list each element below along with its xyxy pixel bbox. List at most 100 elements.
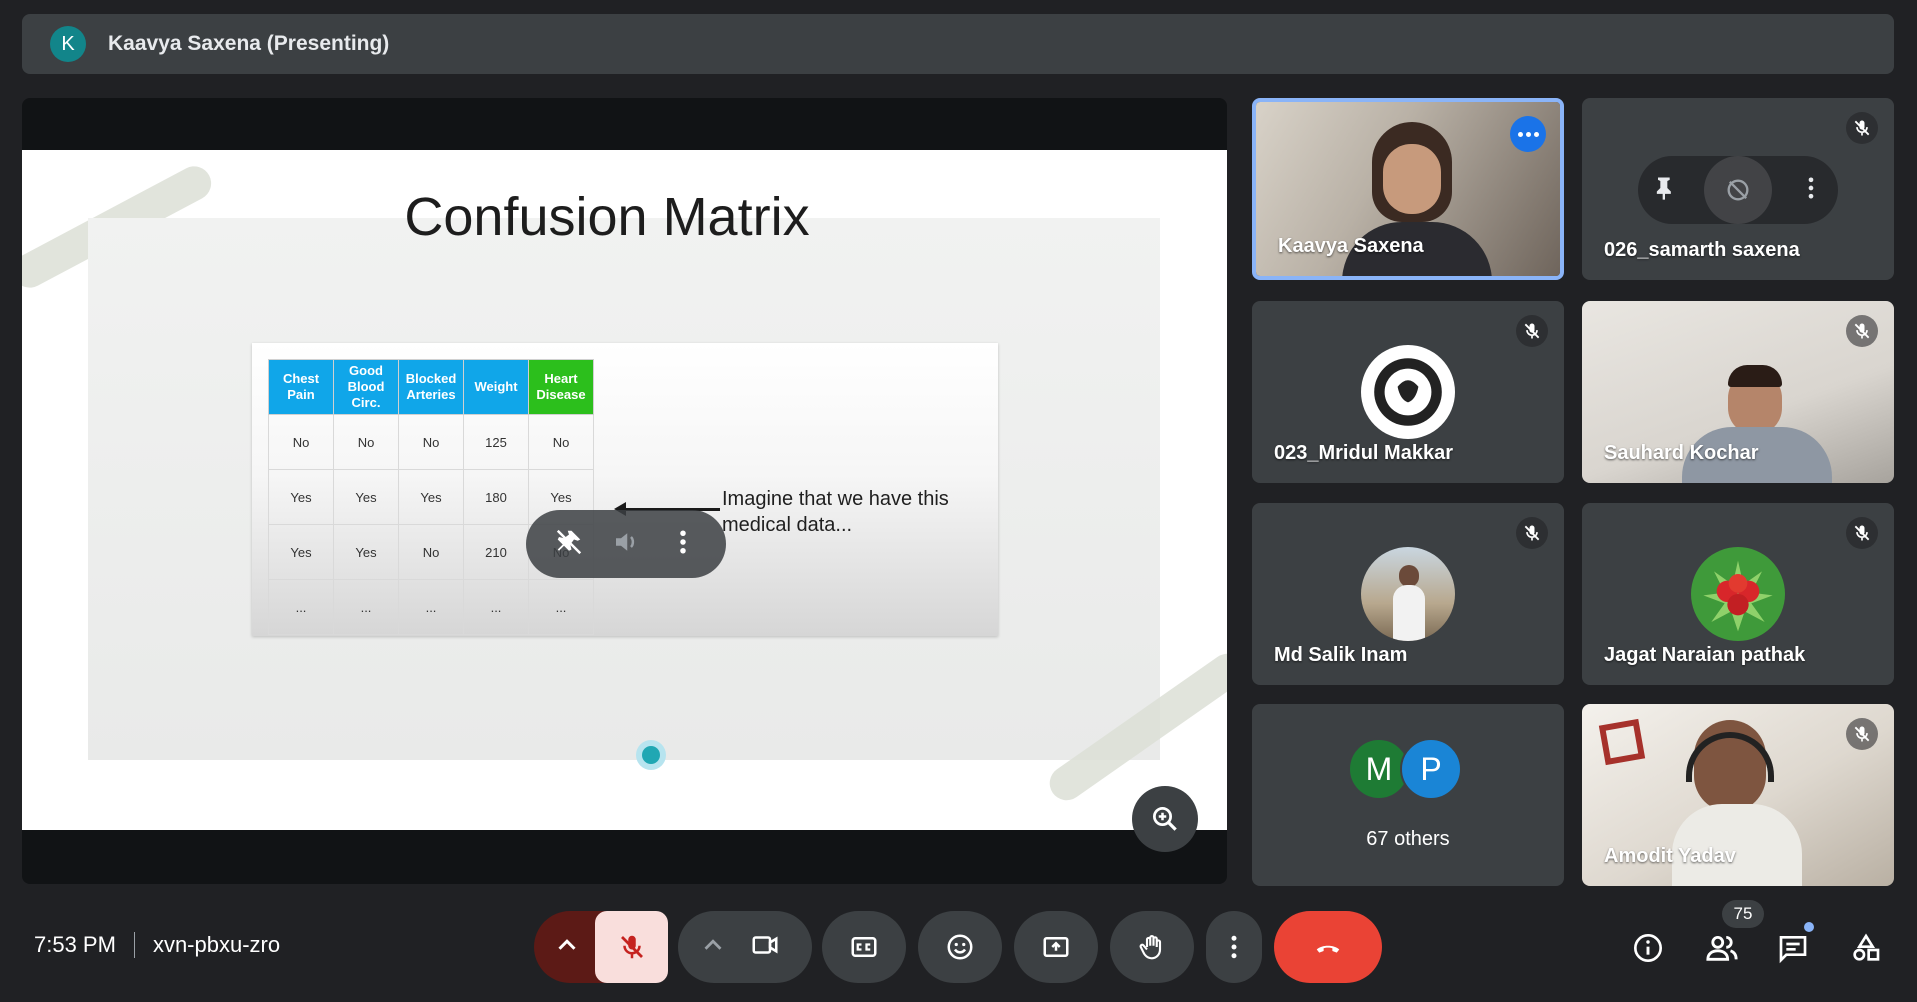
divider	[133, 932, 135, 958]
camera-toggle-button[interactable]	[750, 930, 780, 965]
table-cell: Yes	[398, 469, 464, 525]
participant-name: Jagat Naraian pathak	[1604, 644, 1806, 666]
bottom-control-bar: 7:53 PM xvn-pbxu-zro 75	[0, 900, 1917, 1002]
table-cell: 125	[463, 414, 529, 470]
chat-icon	[1779, 936, 1807, 964]
unpin-icon[interactable]	[554, 527, 584, 562]
participant-name: Sauhard Kochar	[1604, 442, 1759, 464]
people-icon	[1706, 935, 1738, 961]
table-cell: No	[333, 414, 399, 470]
table-header-cell: Good Blood Circ.	[333, 359, 399, 415]
meeting-details-button[interactable]	[1628, 928, 1668, 968]
participant-name: 026_samarth saxena	[1604, 239, 1800, 261]
table-header-cell: Blocked Arteries	[398, 359, 464, 415]
pointer-cursor-icon	[636, 740, 666, 770]
table-cell: 210	[463, 524, 529, 580]
tile-hover-controls	[1638, 156, 1838, 224]
avatar: P	[1400, 738, 1462, 800]
table-header-cell: Chest Pain	[268, 359, 334, 415]
reactions-button[interactable]	[918, 911, 1002, 983]
mic-off-icon	[1516, 517, 1548, 549]
participant-tile[interactable]: Md Salik Inam	[1252, 503, 1564, 685]
slide-title: Confusion Matrix	[404, 187, 810, 247]
table-cell: Yes	[333, 524, 399, 580]
participant-tile[interactable]: Sauhard Kochar	[1582, 301, 1894, 483]
chat-button[interactable]	[1772, 922, 1814, 968]
table-row: No No No 125 No	[268, 414, 594, 470]
participant-name: Amodit Yadav	[1604, 845, 1736, 867]
camera-control-group	[678, 911, 812, 983]
medical-data-table: Chest Pain Good Blood Circ. Blocked Arteries We…	[268, 359, 594, 635]
presenting-title: Kaavya Saxena (Presenting)	[108, 32, 390, 55]
activities-button[interactable]	[1846, 928, 1886, 968]
more-options-icon[interactable]	[1797, 174, 1825, 207]
emoji-icon	[947, 934, 973, 960]
participant-name: 023_Mridul Makkar	[1274, 442, 1453, 464]
presentation-hover-controls	[526, 510, 726, 578]
table-cell: Yes	[268, 524, 334, 580]
table-row: ...............	[268, 579, 594, 635]
mic-off-icon	[1846, 718, 1878, 750]
people-button[interactable]	[1700, 928, 1744, 968]
slide-caption: Imagine that we have this medical data..…	[722, 488, 949, 536]
presenting-bar: K Kaavya Saxena (Presenting)	[22, 14, 1894, 74]
table-cell: Yes	[268, 469, 334, 525]
participant-tile[interactable]: 023_Mridul Makkar	[1252, 301, 1564, 483]
present-screen-button[interactable]	[1014, 911, 1098, 983]
raise-hand-button[interactable]	[1110, 911, 1194, 983]
chevron-up-icon	[558, 938, 576, 950]
closed-captions-icon	[851, 937, 877, 957]
more-options-button[interactable]	[1206, 911, 1262, 983]
table-header-cell: Heart Disease	[528, 359, 594, 415]
pin-icon[interactable]	[1651, 174, 1679, 207]
participant-count-badge: 75	[1722, 900, 1764, 928]
flower-photo	[1691, 547, 1785, 641]
audio-options-button[interactable]	[552, 930, 582, 965]
table-cell: No	[528, 414, 594, 470]
hand-icon	[1139, 935, 1162, 960]
table-cell: ...	[333, 579, 399, 635]
others-avatars: M P	[1348, 738, 1462, 800]
others-count-label: 67 others	[1366, 828, 1450, 850]
mute-participant-icon[interactable]	[1703, 156, 1772, 224]
table-cell: ...	[528, 579, 594, 635]
table-cell: ...	[463, 579, 529, 635]
chevron-up-icon	[704, 938, 722, 950]
clock-time: 7:53 PM	[34, 932, 116, 957]
info-icon	[1634, 934, 1662, 962]
mic-toggle-button[interactable]	[595, 911, 668, 983]
leave-call-button[interactable]	[1274, 911, 1382, 983]
captions-button[interactable]	[822, 911, 906, 983]
participant-tile[interactable]: Jagat Naraian pathak	[1582, 503, 1894, 685]
notification-dot	[1804, 922, 1814, 932]
mic-control-group	[534, 911, 668, 983]
meeting-info: 7:53 PM xvn-pbxu-zro	[34, 932, 280, 958]
more-vertical-icon	[1231, 935, 1237, 959]
lion-logo-avatar	[1361, 345, 1455, 439]
presentation-stage[interactable]: Confusion Matrix Chest Pain Good Blood Circ.…	[22, 98, 1227, 884]
mic-off-icon	[1846, 517, 1878, 549]
others-tile[interactable]: M P 67 others	[1252, 704, 1564, 886]
slide: Confusion Matrix Chest Pain Good Blood Circ.…	[22, 150, 1227, 830]
table-cell: 180	[463, 469, 529, 525]
table-header-cell: Weight	[463, 359, 529, 415]
participant-more-options-button[interactable]	[1510, 116, 1546, 152]
participant-tile[interactable]: 026_samarth saxena	[1582, 98, 1894, 280]
phone-hangup-icon	[1316, 945, 1340, 953]
present-screen-icon	[1043, 937, 1069, 957]
mic-off-icon	[1846, 112, 1878, 144]
more-options-icon[interactable]	[668, 527, 698, 562]
zoom-button[interactable]	[1132, 786, 1198, 852]
participant-tile[interactable]: Kaavya Saxena	[1252, 98, 1564, 280]
video-options-button[interactable]	[698, 930, 728, 965]
mic-off-icon	[1846, 315, 1878, 347]
volume-icon[interactable]	[611, 527, 641, 562]
table-cell: No	[398, 414, 464, 470]
activities-shapes-icon	[1853, 933, 1880, 961]
mic-off-icon	[620, 935, 643, 959]
video-feed	[1598, 718, 1646, 766]
participant-name: Kaavya Saxena	[1278, 235, 1424, 257]
mic-off-icon	[1516, 315, 1548, 347]
participant-tile[interactable]: Amodit Yadav	[1582, 704, 1894, 886]
table-cell: No	[398, 524, 464, 580]
